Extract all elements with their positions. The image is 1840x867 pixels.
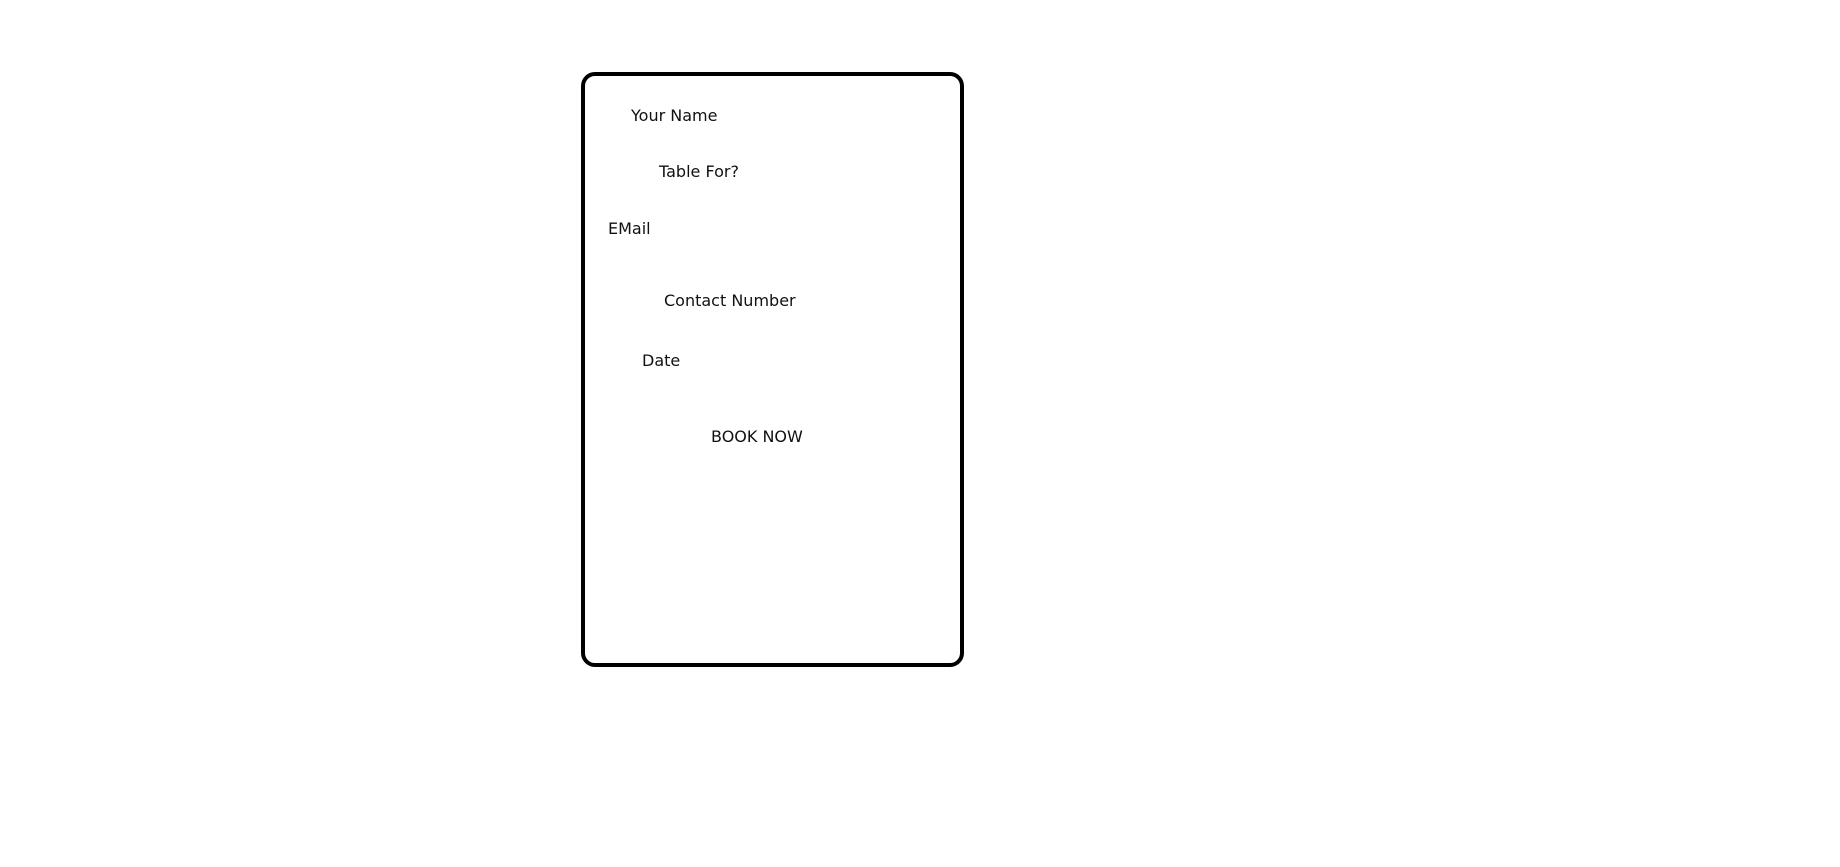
booking-form-card: Your Name Table For? EMail Contact Numbe… — [581, 72, 964, 667]
table-for-field[interactable]: Table For? — [659, 162, 739, 182]
date-field[interactable]: Date — [642, 351, 680, 371]
book-now-button[interactable]: BOOK NOW — [711, 427, 803, 447]
your-name-field[interactable]: Your Name — [631, 106, 717, 126]
contact-number-field[interactable]: Contact Number — [664, 291, 796, 311]
email-field[interactable]: EMail — [608, 219, 651, 239]
